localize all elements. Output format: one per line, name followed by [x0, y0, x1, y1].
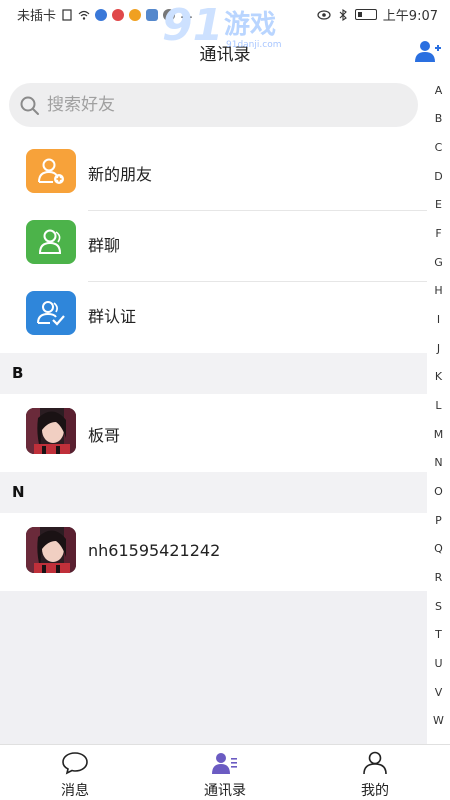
profile-icon: [363, 751, 387, 775]
sim-icon: [62, 8, 72, 21]
weibo-icon: [129, 8, 142, 21]
nav-bar: 通讯录: [0, 28, 450, 76]
status-bar: 未插卡 … 上午9:07: [0, 0, 450, 28]
carrier-text: 未插卡: [17, 9, 57, 24]
index-letter-u[interactable]: U: [427, 657, 450, 670]
index-letter-k[interactable]: K: [427, 370, 450, 383]
contact-name: nh61595421242: [88, 541, 221, 560]
bluetooth-icon: [339, 8, 347, 21]
tab-profile[interactable]: 我的: [300, 745, 450, 800]
menu-item-label: 群认证: [88, 307, 137, 326]
message-bubble-icon: [62, 752, 88, 775]
contact-row[interactable]: nh61595421242: [0, 513, 427, 591]
section-header-b: B: [0, 353, 427, 394]
menu-item-label: 新的朋友: [88, 165, 153, 184]
tab-label: 通讯录: [204, 783, 246, 799]
index-letter-g[interactable]: G: [427, 256, 450, 269]
search-area: [0, 76, 450, 140]
tab-label: 我的: [361, 783, 389, 799]
search-input[interactable]: [47, 91, 407, 119]
menu-item-group-verify[interactable]: 群认证: [0, 282, 427, 353]
group-verify-tile: [26, 291, 76, 335]
tab-label: 消息: [61, 783, 89, 799]
avatar: [26, 408, 76, 454]
add-person-icon[interactable]: [414, 38, 442, 64]
index-letter-b[interactable]: B: [427, 112, 450, 125]
section-header-n: N: [0, 472, 427, 513]
avatar: [26, 527, 76, 573]
index-letter-j[interactable]: J: [427, 342, 450, 355]
group-chat-icon: [38, 229, 62, 254]
eye-icon: [317, 9, 331, 20]
app-notification-icon: [163, 8, 176, 21]
alphabet-index[interactable]: A B C D E F G H I J K L M N O P Q R S T …: [427, 76, 450, 744]
group-verify-icon: [37, 301, 65, 326]
index-letter-i[interactable]: I: [427, 313, 450, 326]
new-friend-tile: [26, 149, 76, 193]
index-letter-d[interactable]: D: [427, 170, 450, 183]
search-icon: [20, 96, 39, 115]
index-letter-h[interactable]: H: [427, 284, 450, 297]
status-time: 上午9:07: [382, 9, 438, 24]
index-letter-o[interactable]: O: [427, 485, 450, 498]
index-letter-n[interactable]: N: [427, 456, 450, 469]
contacts-icon: [212, 753, 237, 774]
app-notification-icon: [112, 8, 125, 21]
wifi-icon: [78, 10, 90, 20]
bottom-tab-bar: 消息 通讯录 我的: [0, 744, 450, 800]
index-letter-r[interactable]: R: [427, 571, 450, 584]
menu-item-new-friends[interactable]: 新的朋友: [0, 140, 427, 211]
index-letter-c[interactable]: C: [427, 141, 450, 154]
index-letter-s[interactable]: S: [427, 600, 450, 613]
app-notification-icon: [146, 8, 159, 21]
index-letter-q[interactable]: Q: [427, 542, 450, 555]
index-letter-t[interactable]: T: [427, 628, 450, 641]
index-letter-e[interactable]: E: [427, 198, 450, 211]
tab-messages[interactable]: 消息: [0, 745, 150, 800]
contacts-list: 新的朋友 群聊 群认证 B 板哥 N nh61595421242: [0, 140, 427, 591]
section-letter: N: [12, 483, 25, 501]
index-letter-a[interactable]: A: [427, 84, 450, 97]
index-letter-l[interactable]: L: [427, 399, 450, 412]
menu-item-group-chat[interactable]: 群聊: [0, 211, 427, 282]
group-chat-tile: [26, 220, 76, 264]
index-letter-p[interactable]: P: [427, 514, 450, 527]
app-notification-icon: [95, 8, 108, 21]
menu-item-label: 群聊: [88, 236, 121, 255]
more-notifications: …: [180, 7, 194, 22]
index-letter-f[interactable]: F: [427, 227, 450, 240]
tab-contacts[interactable]: 通讯录: [150, 745, 300, 800]
search-box[interactable]: [9, 83, 418, 127]
contact-name: 板哥: [88, 426, 121, 445]
battery-icon: [354, 9, 377, 20]
contact-row[interactable]: 板哥: [0, 394, 427, 472]
page-title: 通讯录: [199, 45, 251, 65]
index-letter-w[interactable]: W: [427, 714, 450, 727]
index-letter-v[interactable]: V: [427, 686, 450, 699]
section-letter: B: [12, 364, 24, 382]
new-friend-icon: [38, 158, 64, 184]
index-letter-m[interactable]: M: [427, 428, 450, 441]
